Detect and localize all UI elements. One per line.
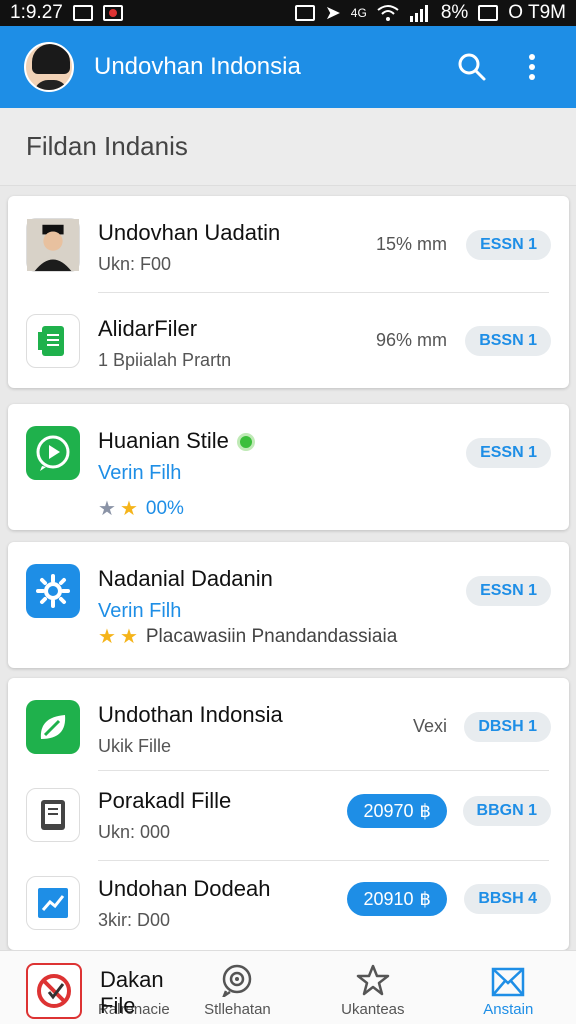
- row-subtitle: 3kir: D00: [98, 910, 171, 930]
- list-item[interactable]: Undohan Dodeah 3kir: D00 20910 ฿ BBSH 4: [8, 860, 569, 950]
- chart-icon: [26, 876, 80, 930]
- list-item[interactable]: Porakadl Fille Ukn: 000 20970 ฿ BBGN 1: [8, 770, 569, 860]
- list-item[interactable]: Nadanial Dadanin Verin Filh ★ ★ Placawasi…: [8, 542, 569, 668]
- row-title: Nadanial Dadanin: [98, 566, 273, 591]
- row-subtitle: Ukn: F00: [98, 254, 172, 274]
- nav-label: Ukanteas: [341, 1001, 405, 1018]
- row-title: Undothan Indonsia: [98, 702, 283, 727]
- file-card: Nadanial Dadanin Verin Filh ★ ★ Placawasi…: [8, 542, 569, 668]
- target-chat-icon: [222, 964, 252, 997]
- status-chip[interactable]: BBSH 4: [464, 884, 551, 914]
- wifi-icon: [377, 5, 399, 21]
- star-icon: ★: [98, 626, 116, 648]
- status-chip[interactable]: BBGN 1: [462, 796, 551, 826]
- star-icon: ★: [119, 626, 138, 648]
- battery-icon: [478, 5, 499, 21]
- row-title-text: Huanian Stile: [98, 428, 229, 453]
- row-subtitle: 1 Bpiialah Prartn: [98, 350, 232, 370]
- file-card: Undovhan Uadatin Ukn: F00 15% mm ESSN 1 …: [8, 196, 569, 388]
- row-subtitle-link[interactable]: Verin Filh: [98, 600, 181, 623]
- nav-item-anstain[interactable]: Anstain: [441, 951, 576, 1024]
- star-icon: ★: [119, 498, 138, 520]
- row-title: Porakadl Fille: [98, 788, 232, 813]
- nav-overlay-title: Dakan File: [100, 967, 164, 1018]
- online-status-icon: [236, 433, 255, 452]
- bottom-navigation: Dakan File Ralrenacie Stllehatan Ukantea…: [0, 950, 576, 1024]
- network-label: 4G: [350, 6, 367, 20]
- amount-pill[interactable]: 20970 ฿: [347, 794, 447, 828]
- row-title: Undohan Dodeah: [98, 876, 271, 901]
- mail-icon: [72, 5, 93, 21]
- more-vert-icon[interactable]: [512, 47, 552, 87]
- star-icon: ★: [98, 498, 116, 520]
- signal-icon: [409, 5, 428, 22]
- nav-label: Stllehatan: [204, 1001, 271, 1018]
- app-bar: Undovhan Indonsia: [0, 26, 576, 108]
- status-chip[interactable]: BSSN 1: [465, 326, 551, 356]
- row-meta: 96% mm: [375, 330, 447, 350]
- currency-icon: ฿: [419, 800, 431, 821]
- status-chip[interactable]: ESSN 1: [466, 230, 551, 260]
- amount-pill[interactable]: 20910 ฿: [347, 882, 447, 916]
- leaf-icon: [26, 700, 80, 754]
- row-meta: Vexi: [412, 716, 447, 736]
- row-subtitle: Ukik Fille: [98, 736, 172, 756]
- nfc-icon: [294, 5, 315, 21]
- rating-value: 00%: [145, 497, 184, 519]
- search-icon[interactable]: [452, 47, 492, 87]
- play-icon: [26, 426, 80, 480]
- list-item[interactable]: Undovhan Uadatin Ukn: F00 15% mm ESSN 1: [8, 196, 569, 292]
- row-title: Undovhan Uadatin: [98, 220, 281, 245]
- gear-icon: [26, 564, 80, 618]
- status-bar: 1:9.27 ➤ 4G 8% O T9M: [0, 0, 576, 26]
- list-item[interactable]: Huanian Stile Verin Filh ★ ★ 00% ESSN 1: [8, 404, 569, 530]
- row-subtitle-link[interactable]: Verin Filh: [98, 462, 181, 485]
- tablet-icon: [26, 788, 80, 842]
- status-right-text: O T9M: [508, 2, 566, 23]
- amount-value: 20910: [363, 888, 414, 909]
- battery-percent: 8%: [440, 2, 469, 23]
- document-icon: [26, 314, 80, 368]
- rating: ★ ★ 00%: [98, 496, 184, 521]
- status-chip[interactable]: DBSH 1: [464, 712, 551, 742]
- avatar[interactable]: [24, 42, 74, 92]
- nav-label: Anstain: [483, 1001, 534, 1018]
- nav-item-stllehatan[interactable]: Stllehatan: [170, 951, 305, 1024]
- currency-icon: ฿: [419, 888, 431, 909]
- nav-item-ukanteas[interactable]: Ukanteas: [305, 951, 440, 1024]
- location-icon: ➤: [324, 2, 341, 24]
- person-photo-icon: [26, 218, 80, 272]
- list-item[interactable]: AlidarFiler 1 Bpiialah Prartn 96% mm BSS…: [8, 292, 569, 388]
- star-outline-icon: [356, 964, 390, 996]
- nav-item-ralrenacie[interactable]: Dakan File Ralrenacie: [0, 951, 170, 1024]
- row-meta: 15% mm: [375, 234, 447, 254]
- status-time: 1:9.27: [10, 2, 63, 23]
- amount-value: 20970: [363, 800, 414, 821]
- row-title: Huanian Stile: [98, 428, 255, 454]
- file-card: Undothan Indonsia Ukik Fille Vexi DBSH 1…: [8, 678, 569, 950]
- no-entry-icon: [26, 963, 82, 1019]
- rating-description: Placawasiin Pnandandassiaia: [145, 625, 398, 647]
- notification-icon: [102, 5, 123, 21]
- section-title: Fildan Indanis: [0, 108, 576, 186]
- app-title: Undovhan Indonsia: [94, 53, 301, 80]
- mail-x-icon: [492, 967, 525, 997]
- file-card: Huanian Stile Verin Filh ★ ★ 00% ESSN 1: [8, 404, 569, 530]
- rating: ★ ★ Placawasiin Pnandandassiaia: [98, 624, 397, 649]
- status-chip[interactable]: ESSN 1: [466, 438, 551, 468]
- row-title: AlidarFiler: [98, 316, 198, 341]
- list-item[interactable]: Undothan Indonsia Ukik Fille Vexi DBSH 1: [8, 678, 569, 770]
- row-subtitle: Ukn: 000: [98, 822, 171, 842]
- status-chip[interactable]: ESSN 1: [466, 576, 551, 606]
